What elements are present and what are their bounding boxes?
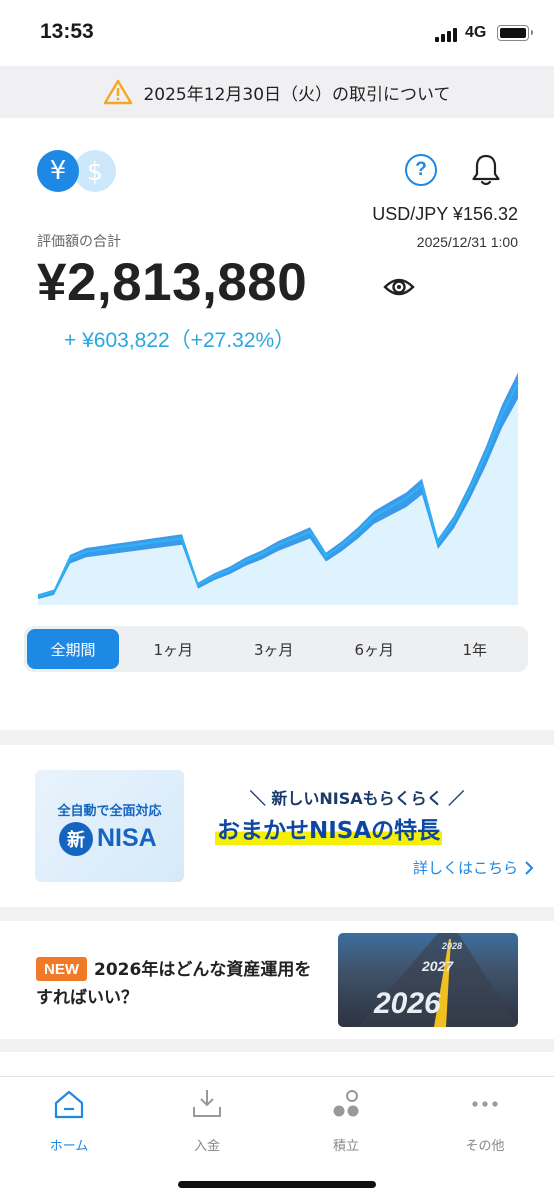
tab-more-label: その他	[465, 1139, 505, 1154]
home-icon	[54, 1090, 84, 1119]
news-image-year-main: 2026	[373, 987, 441, 1020]
bell-icon[interactable]	[468, 152, 504, 188]
fx-timestamp: 2025/12/31 1:00	[416, 234, 518, 250]
deposit-icon	[193, 1090, 221, 1117]
tab-savings[interactable]: 積立	[291, 1087, 401, 1154]
notice-text: 2025年12月30日（火）の取引について	[143, 84, 451, 105]
usd-currency-toggle[interactable]: $	[74, 150, 116, 192]
news-image: 2028 2027 2026	[338, 933, 518, 1027]
period-all[interactable]: 全期間	[27, 629, 119, 669]
yen-currency-toggle[interactable]: ¥	[37, 150, 79, 192]
nisa-more-label: 詳しくはこちら	[412, 859, 518, 877]
tab-deposit-label: 入金	[193, 1139, 220, 1154]
period-3m[interactable]: 3ヶ月	[224, 629, 325, 669]
nisa-banner-mark: 新	[59, 822, 93, 856]
news-image-year-far: 2028	[441, 941, 462, 951]
total-label: 評価額の合計	[37, 234, 121, 250]
fx-rate: USD/JPY ¥156.32	[372, 204, 518, 224]
nisa-subtitle: ＼ 新しいNISAもらくらく ／	[249, 789, 465, 808]
signal-icon	[435, 26, 461, 42]
asset-summary-card: $ ¥ ? USD/JPY ¥156.32 2025/12/31 1:00 評価…	[0, 118, 554, 730]
nisa-more-link[interactable]: 詳しくはこちら	[413, 857, 534, 878]
home-indicator	[178, 1181, 376, 1188]
battery-icon	[497, 25, 533, 41]
new-badge: NEW	[36, 957, 87, 981]
news-image-year-back: 2027	[421, 958, 454, 974]
network-label: 4G	[465, 24, 487, 41]
nisa-banner-word: NISA	[97, 824, 157, 852]
warning-icon	[104, 79, 133, 105]
help-icon[interactable]: ?	[405, 154, 437, 186]
nisa-title: おまかせNISAの特長	[215, 811, 443, 845]
period-6m[interactable]: 6ヶ月	[324, 629, 425, 669]
news-card[interactable]: 2026年はどんな資産運用をすればいい？ NEW 2028 2027 2026	[0, 921, 554, 1039]
tab-home-label: ホーム	[49, 1139, 89, 1154]
savings-icon	[333, 1090, 359, 1117]
chevron-right-icon	[525, 860, 534, 875]
period-selector: 全期間 1ヶ月 3ヶ月 6ヶ月 1年	[24, 626, 528, 672]
more-icon	[472, 1101, 498, 1107]
gain-value: + ¥603,822（+27.32%）	[64, 329, 296, 352]
tab-home[interactable]: ホーム	[14, 1087, 124, 1154]
asset-chart	[37, 373, 519, 605]
tab-more[interactable]: その他	[430, 1087, 540, 1154]
tab-bar: ホーム 入金 積立 その他	[0, 1076, 554, 1200]
status-bar: 13:53 4G	[0, 0, 554, 66]
status-time: 13:53	[40, 20, 94, 43]
total-value: ¥2,813,880	[37, 253, 308, 312]
chart-area-fill	[38, 383, 518, 605]
period-1y[interactable]: 1年	[425, 629, 526, 669]
tab-savings-label: 積立	[332, 1139, 359, 1154]
period-1m[interactable]: 1ヶ月	[123, 629, 224, 669]
trading-notice[interactable]: 2025年12月30日（火）の取引について	[0, 66, 554, 118]
eye-icon[interactable]	[382, 274, 416, 300]
nisa-promo-card[interactable]: 全自動で全面対応 新 NISA ＼ 新しいNISAもらくらく ／ おまかせNIS…	[0, 745, 554, 907]
tab-deposit[interactable]: 入金	[152, 1087, 262, 1154]
